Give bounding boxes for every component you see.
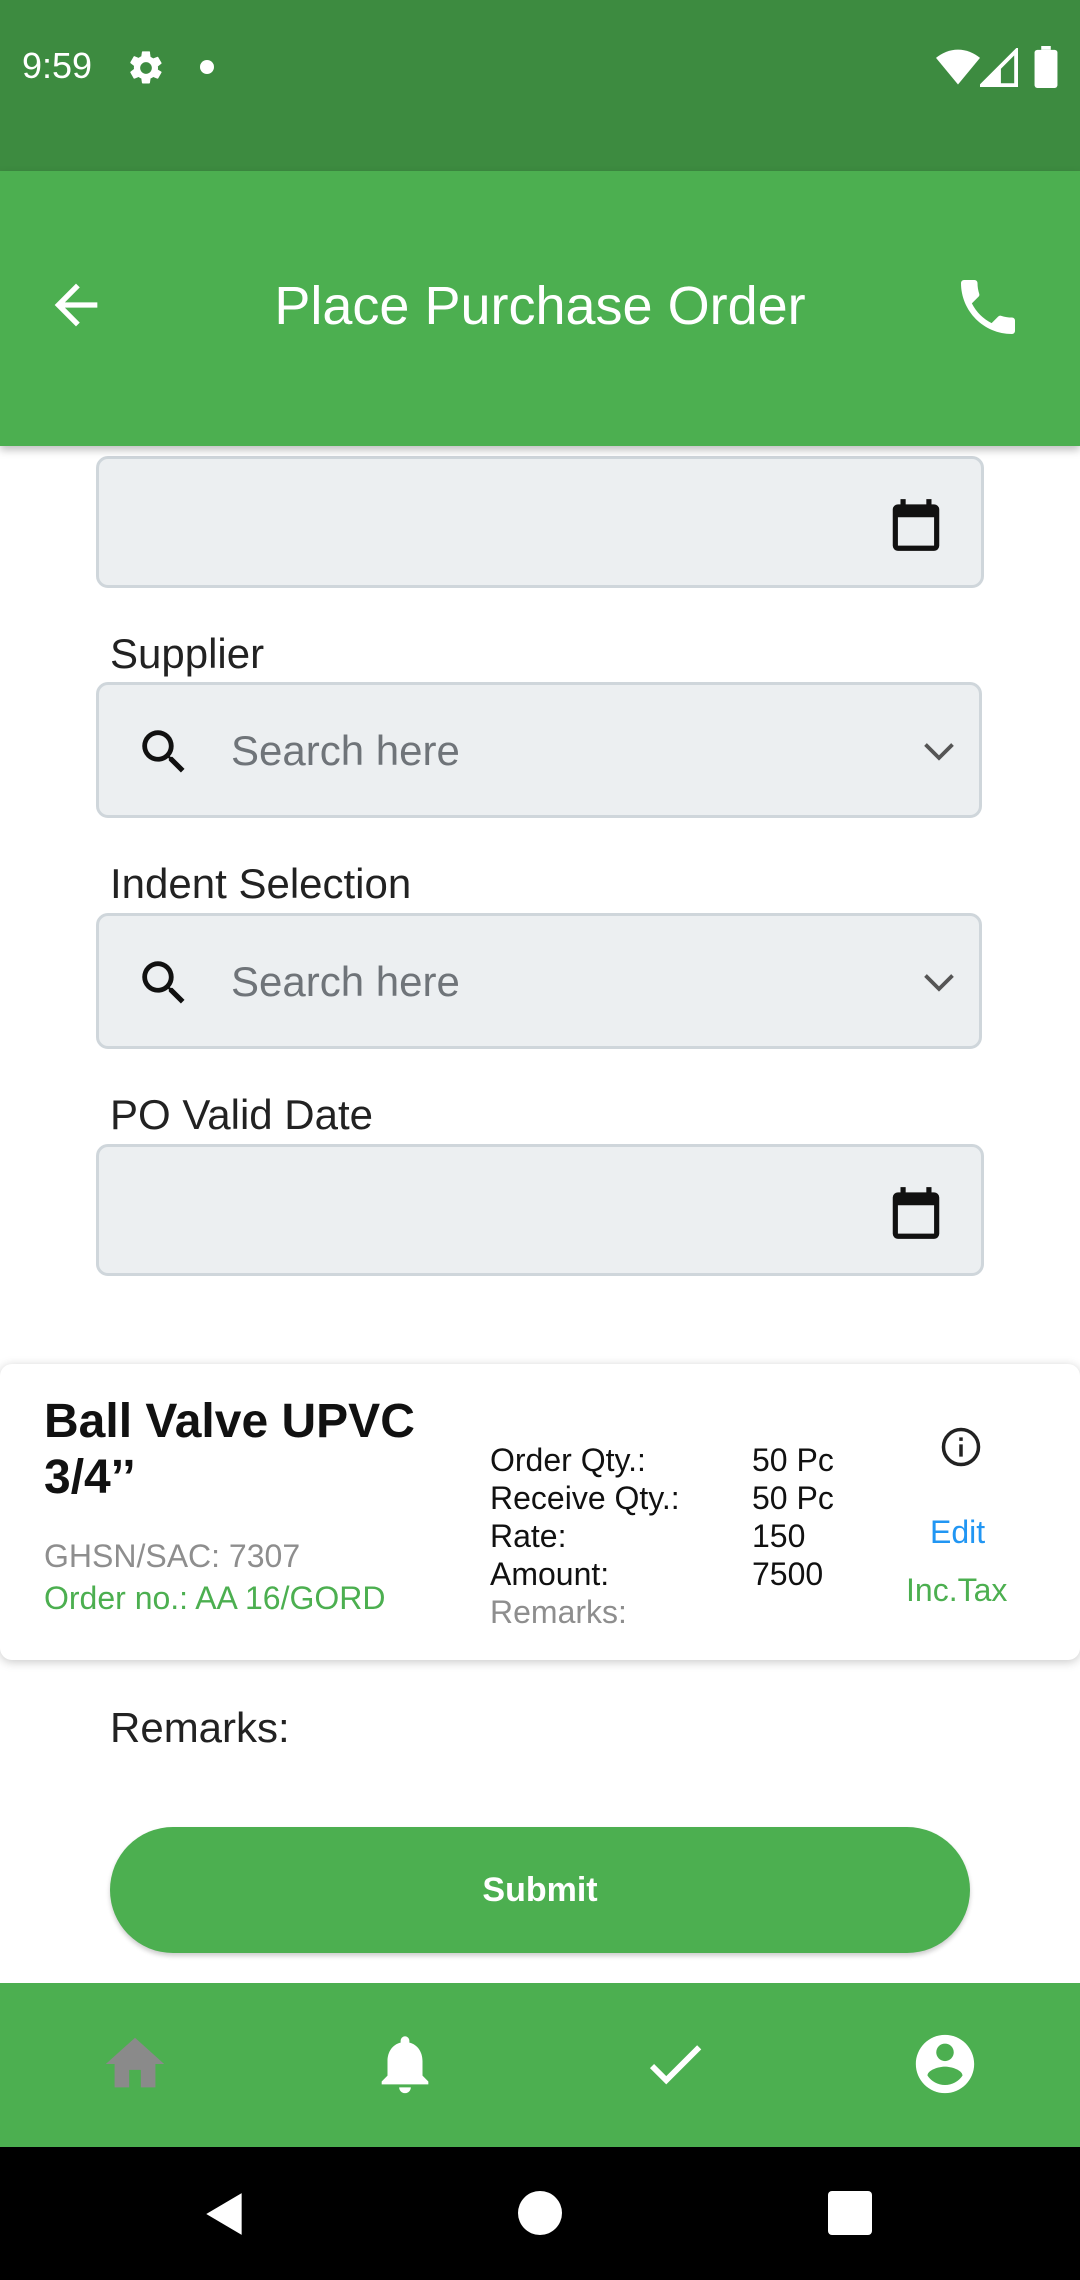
po-valid-date-field[interactable]: [96, 1144, 984, 1276]
app-bar: Place Purchase Order: [0, 171, 1080, 446]
system-navigation-bar: [0, 2147, 1080, 2280]
chevron-down-icon[interactable]: [921, 737, 957, 767]
search-icon: [142, 730, 185, 773]
remarks-label: Remarks:: [110, 1704, 290, 1751]
supplier-label: Supplier: [110, 630, 265, 677]
order-item-card[interactable]: Ball Valve UPVC 3/4’’ GHSN/SAC: 7307 Ord…: [0, 1364, 1080, 1660]
submit-button[interactable]: Submit: [110, 1827, 970, 1953]
item-remarks-label: Remarks:: [490, 1594, 627, 1630]
info-icon[interactable]: [940, 1426, 982, 1468]
bottom-navigation: [0, 1983, 1080, 2147]
gear-icon: [130, 51, 162, 84]
rate-value: 150: [752, 1518, 806, 1554]
status-bar: 9:59: [0, 0, 1080, 171]
item-order-no: Order no.: AA 16/GORD: [44, 1580, 386, 1616]
chevron-down-icon[interactable]: [921, 968, 957, 998]
status-time: 9:59: [22, 45, 93, 86]
indent-selection-search-placeholder: Search here: [231, 958, 460, 1005]
order-date-field[interactable]: [96, 456, 984, 588]
receive-qty-value: 50 Pc: [752, 1480, 834, 1516]
supplier-search-placeholder: Search here: [231, 727, 460, 774]
amount-label: Amount:: [490, 1556, 610, 1592]
system-back-icon[interactable]: [200, 2189, 250, 2239]
indent-selection-search-field[interactable]: Search here: [96, 913, 982, 1049]
po-valid-date-label: PO Valid Date: [110, 1091, 374, 1138]
bell-icon[interactable]: [370, 2029, 440, 2099]
supplier-search-field[interactable]: Search here: [96, 682, 982, 818]
system-home-icon[interactable]: [518, 2191, 562, 2235]
account-icon[interactable]: [910, 2029, 980, 2099]
wifi-icon: [936, 49, 980, 85]
phone-icon[interactable]: [952, 271, 1024, 343]
item-hsn: GHSN/SAC: 7307: [44, 1538, 301, 1574]
signal-icon: [980, 48, 1018, 87]
rate-label: Rate:: [490, 1518, 567, 1554]
receive-qty-label: Receive Qty.:: [490, 1480, 680, 1516]
home-icon[interactable]: [100, 2029, 170, 2099]
indent-selection-label: Indent Selection: [110, 860, 412, 907]
inc-tax-button[interactable]: Inc.Tax: [906, 1570, 1007, 1610]
search-icon: [142, 961, 185, 1004]
notification-dot-icon: [200, 60, 214, 74]
battery-icon: [1034, 46, 1058, 88]
check-icon[interactable]: [640, 2029, 710, 2099]
system-recents-icon[interactable]: [828, 2191, 872, 2235]
calendar-icon[interactable]: [885, 1181, 947, 1245]
amount-value: 7500: [752, 1556, 824, 1592]
order-qty-value: 50 Pc: [752, 1442, 834, 1478]
item-name: Ball Valve UPVC 3/4’’: [44, 1395, 415, 1504]
edit-button[interactable]: Edit: [930, 1512, 985, 1552]
calendar-icon[interactable]: [885, 493, 947, 557]
page-title: Place Purchase Order: [274, 276, 806, 336]
order-qty-label: Order Qty.:: [490, 1442, 646, 1478]
